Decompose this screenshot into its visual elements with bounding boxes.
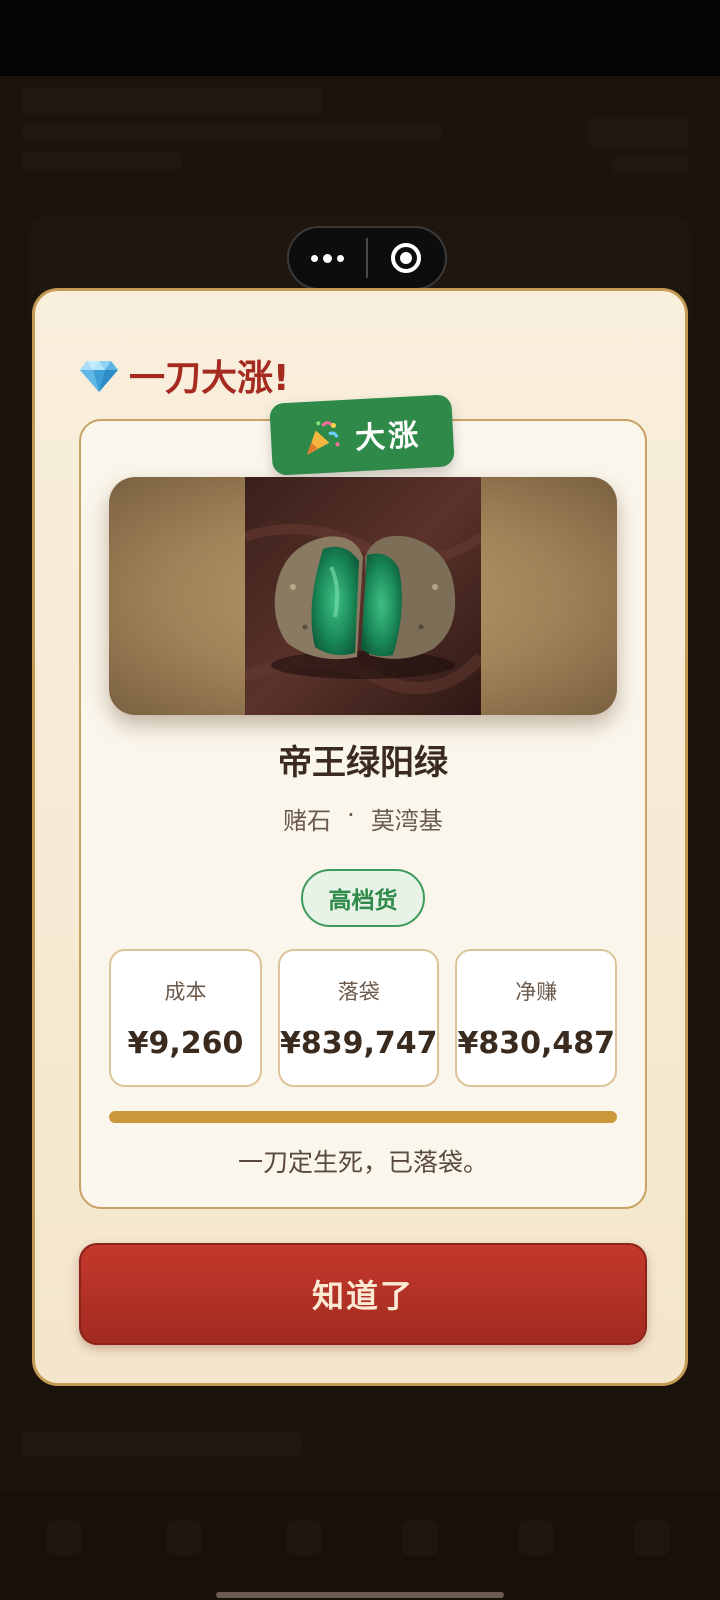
confirm-button[interactable]: 知道了	[79, 1243, 647, 1345]
meta-separator: ·	[347, 801, 355, 829]
stone-origin: 莫湾基	[370, 807, 443, 835]
stat-payout: 落袋 ¥839,747	[277, 949, 440, 1087]
modal-title: 一刀大涨!	[79, 349, 289, 401]
stat-profit: 净赚 ¥830,487	[455, 949, 617, 1087]
stats-row: 成本 ¥9,260 落袋 ¥839,747 净赚 ¥830,487	[109, 949, 617, 1087]
stat-label: 净赚	[515, 979, 558, 1004]
stat-label: 落袋	[337, 979, 380, 1004]
more-options-button[interactable]	[289, 228, 366, 288]
badge-label: 大涨	[354, 417, 423, 457]
result-card: 大涨 帝王绿阳绿 赌石 · 莫湾基 高档货 成本 ¥9,260 落袋 ¥839,…	[79, 394, 647, 1209]
stone-meta: 赌石 · 莫湾基	[81, 801, 645, 836]
party-popper-icon	[306, 421, 340, 455]
stat-value: ¥830,487	[457, 1025, 615, 1061]
close-miniprogram-button[interactable]	[368, 228, 445, 288]
stat-label: 成本	[164, 979, 207, 1004]
result-note: 一刀定生死，已落袋。	[237, 1148, 488, 1177]
stat-value: ¥839,747	[279, 1025, 438, 1061]
gem-icon	[80, 361, 118, 392]
result-badge: 大涨	[269, 394, 455, 476]
target-close-icon	[391, 243, 422, 273]
stat-value: ¥9,260	[127, 1025, 244, 1061]
miniprogram-capsule	[287, 226, 447, 290]
stone-category: 赌石	[283, 807, 332, 835]
modal-title-text: 一刀大涨!	[129, 358, 290, 399]
more-dots-icon	[311, 254, 318, 262]
stat-cost: 成本 ¥9,260	[109, 949, 262, 1087]
jade-stone-image	[245, 477, 481, 715]
home-indicator[interactable]	[216, 1592, 504, 1598]
grade-badge: 高档货	[301, 869, 425, 927]
progress-bar	[109, 1111, 617, 1123]
stone-image-frame	[109, 477, 617, 715]
result-modal: 一刀大涨! 大涨 帝王绿阳绿 赌石 · 莫湾基 高档货 成本 ¥9,260 落袋…	[32, 288, 688, 1386]
stone-name: 帝王绿阳绿	[278, 743, 448, 783]
progress-fill	[109, 1111, 617, 1123]
